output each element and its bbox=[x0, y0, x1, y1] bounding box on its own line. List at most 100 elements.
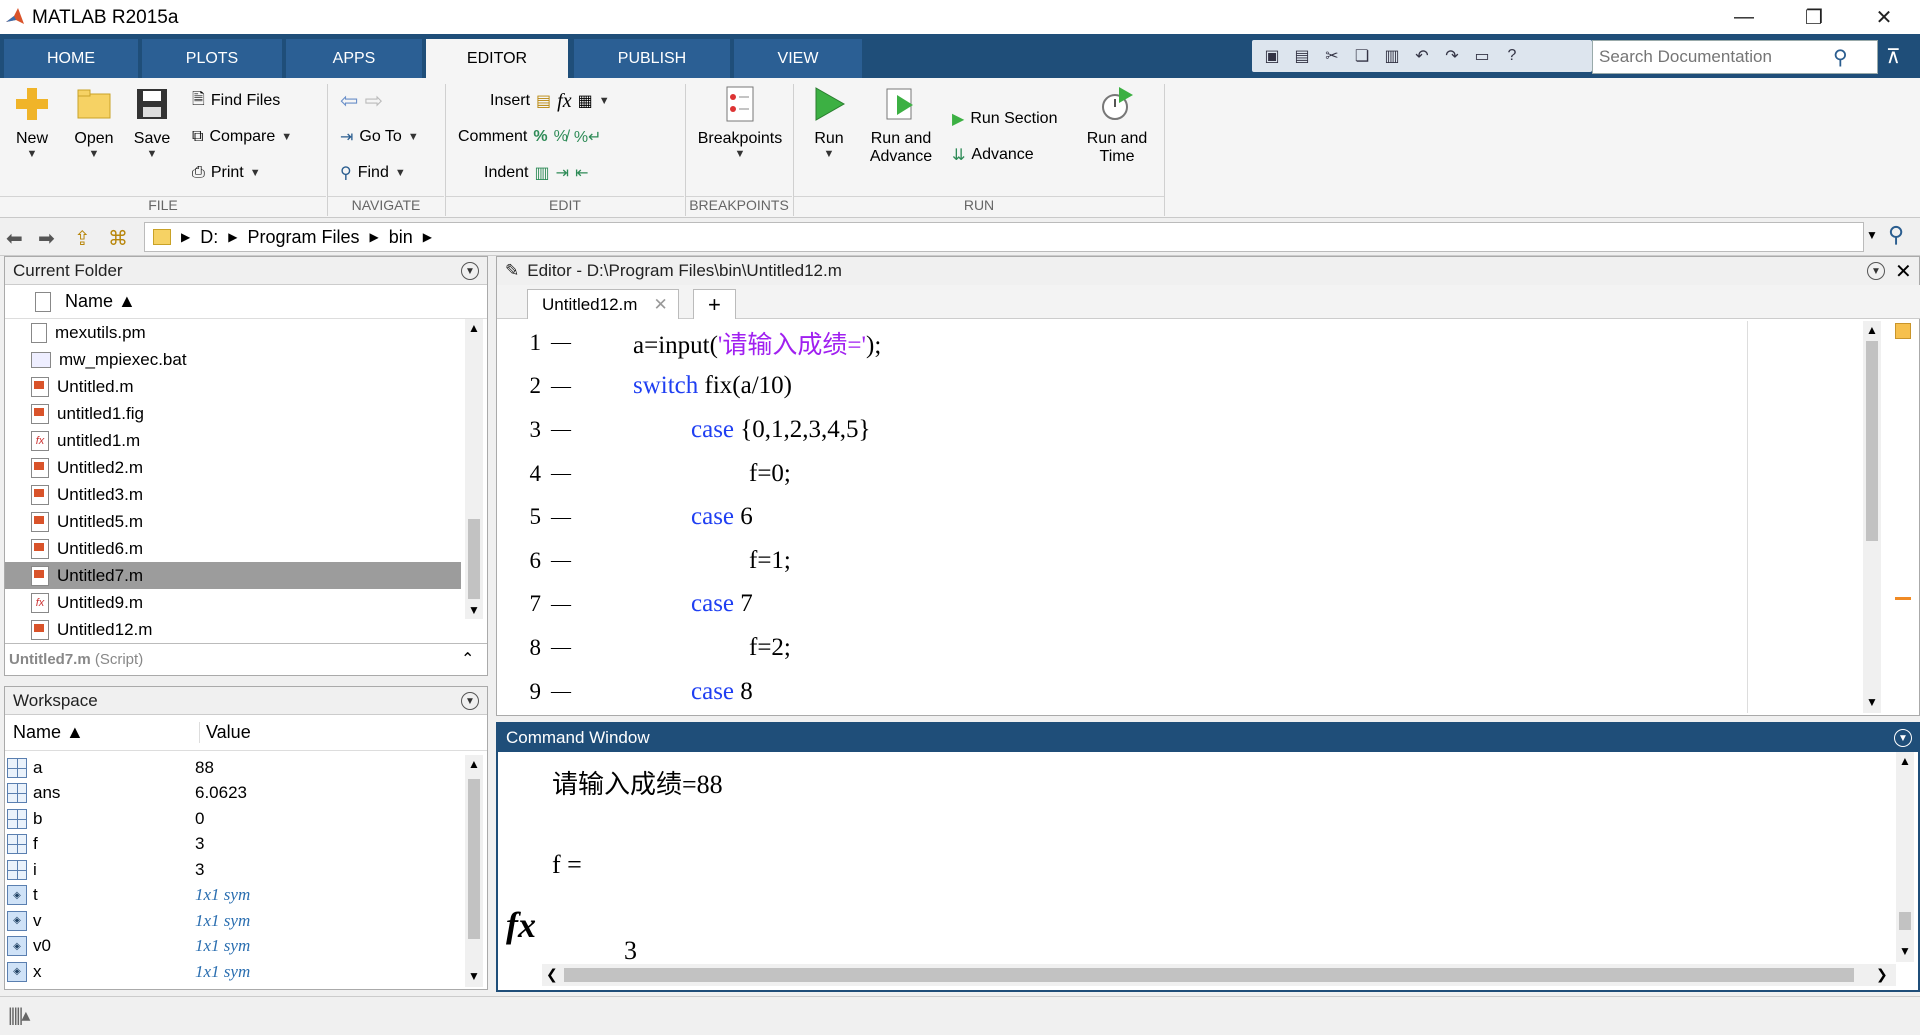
cut-icon[interactable]: ✂ bbox=[1320, 44, 1344, 68]
expand-details-icon[interactable]: ⌃ bbox=[461, 649, 474, 669]
scrollbar-thumb[interactable] bbox=[1899, 912, 1911, 930]
open-button[interactable]: Open ▼ bbox=[68, 84, 120, 160]
breadcrumb-segment[interactable]: D: bbox=[200, 227, 218, 248]
breakpoint-gutter[interactable]: — bbox=[541, 680, 581, 703]
scroll-down-icon[interactable]: ▼ bbox=[1866, 695, 1878, 709]
breakpoint-gutter[interactable]: — bbox=[541, 636, 581, 659]
find-files-button[interactable]: 🗎 Find Files bbox=[192, 88, 280, 114]
workspace-variable-row[interactable]: ◈ x 1x1 sym bbox=[5, 959, 461, 985]
advance-button[interactable]: ⇊ Advance bbox=[952, 142, 1034, 168]
details-bar[interactable]: Untitled7.m (Script) bbox=[5, 643, 487, 675]
paste-icon[interactable]: ▥ bbox=[1380, 44, 1404, 68]
name-column-header[interactable]: Name ▲ bbox=[5, 722, 199, 743]
close-editor-icon[interactable]: ✕ bbox=[1895, 259, 1912, 284]
collapse-ribbon-icon[interactable]: ⊼ bbox=[1886, 44, 1901, 69]
scroll-down-icon[interactable]: ▼ bbox=[1899, 944, 1911, 958]
code-line[interactable]: 8— f=2; bbox=[497, 626, 1747, 670]
scroll-right-icon[interactable]: ❯ bbox=[1876, 966, 1888, 983]
compare-button[interactable]: ⧉ Compare ▼ bbox=[192, 124, 292, 150]
value-column-header[interactable]: Value bbox=[199, 722, 389, 743]
browse-folder-icon[interactable]: ⌘ bbox=[108, 226, 128, 251]
panel-actions-icon[interactable]: ▼ bbox=[461, 262, 479, 280]
breakpoint-gutter[interactable]: — bbox=[541, 331, 581, 354]
file-list-item[interactable]: Untitled2.m bbox=[5, 454, 461, 481]
comment-button[interactable]: Comment % %̸ %↵ bbox=[458, 124, 601, 150]
redo-icon[interactable]: ↷ bbox=[1440, 44, 1464, 68]
tab-editor[interactable]: EDITOR bbox=[426, 39, 570, 79]
file-list-item[interactable]: Untitled6.m bbox=[5, 535, 461, 562]
find-button[interactable]: ⚲ Find ▼ bbox=[340, 160, 406, 186]
code-line[interactable]: 3— case {0,1,2,3,4,5} bbox=[497, 408, 1747, 452]
forward-icon[interactable]: ➡ bbox=[38, 226, 55, 251]
panel-actions-icon[interactable]: ▼ bbox=[1894, 729, 1912, 747]
workspace-variable-row[interactable]: i3 bbox=[5, 857, 461, 883]
breadcrumb-segment[interactable]: Program Files bbox=[247, 227, 359, 248]
panel-actions-icon[interactable]: ▼ bbox=[461, 692, 479, 710]
run-button[interactable]: Run ▼ bbox=[806, 84, 852, 160]
editor-scrollbar[interactable]: ▲ ▼ bbox=[1863, 321, 1881, 713]
tab-apps[interactable]: APPS bbox=[286, 39, 424, 78]
workspace-variable-row[interactable]: b0 bbox=[5, 806, 461, 832]
run-and-time-button[interactable]: Run and Time bbox=[1082, 84, 1152, 166]
workspace-variable-row[interactable]: ans 6.0623 bbox=[5, 781, 461, 807]
scrollbar-thumb[interactable] bbox=[468, 779, 480, 939]
tab-publish[interactable]: PUBLISH bbox=[574, 39, 732, 78]
code-line[interactable]: 4— f=0; bbox=[497, 452, 1747, 496]
file-list-item[interactable]: Untitled12.m bbox=[5, 616, 461, 643]
scroll-up-icon[interactable]: ▲ bbox=[1866, 323, 1878, 337]
workspace-variable-row[interactable]: f3 bbox=[5, 832, 461, 858]
breakpoint-gutter[interactable]: — bbox=[541, 462, 581, 485]
back-icon[interactable]: ⬅ bbox=[6, 226, 23, 251]
tab-plots[interactable]: PLOTS bbox=[142, 39, 284, 78]
breakpoint-gutter[interactable]: — bbox=[541, 418, 581, 441]
scroll-down-icon[interactable]: ▼ bbox=[468, 969, 480, 983]
command-window-hscrollbar[interactable]: ❮ ❯ bbox=[542, 964, 1896, 986]
breakpoint-gutter[interactable]: — bbox=[541, 506, 581, 529]
save-icon[interactable]: ▤ bbox=[1290, 44, 1314, 68]
breakpoint-gutter[interactable]: — bbox=[541, 593, 581, 616]
code-line[interactable]: 5— case 6 bbox=[497, 495, 1747, 539]
code-line[interactable]: 1— a=input('请输入成绩='); bbox=[497, 321, 1747, 365]
workspace-scrollbar[interactable]: ▲ ▼ bbox=[465, 755, 483, 987]
function-browser-fx-icon[interactable]: fx bbox=[506, 904, 536, 946]
name-column-header[interactable]: Name ▲ bbox=[5, 285, 487, 319]
breakpoint-gutter[interactable]: — bbox=[541, 375, 581, 398]
search-folder-icon[interactable]: ⚲ bbox=[1888, 222, 1904, 248]
scroll-left-icon[interactable]: ❮ bbox=[546, 966, 558, 983]
panel-actions-icon[interactable]: ▼ bbox=[1867, 262, 1885, 280]
scrollbar-thumb[interactable] bbox=[564, 968, 1854, 982]
file-list-item[interactable]: mw_mpiexec.bat bbox=[5, 346, 461, 373]
file-list-item[interactable]: Untitled.m bbox=[5, 373, 461, 400]
close-tab-icon[interactable]: ✕ bbox=[653, 295, 667, 315]
file-list-item[interactable]: Untitled7.m bbox=[5, 562, 461, 589]
scroll-up-icon[interactable]: ▲ bbox=[468, 321, 480, 335]
run-section-button[interactable]: ▶ Run Section bbox=[952, 106, 1057, 132]
help-icon[interactable]: ? bbox=[1500, 44, 1524, 68]
file-list-scrollbar[interactable]: ▲ ▼ bbox=[465, 319, 483, 619]
status-grip-icon[interactable]: |||||▴ bbox=[8, 1005, 30, 1026]
file-list-item[interactable]: fx untitled1.m bbox=[5, 427, 461, 454]
scroll-up-icon[interactable]: ▲ bbox=[468, 757, 480, 771]
insert-button[interactable]: Insert ▤ fx ▦ ▼ bbox=[490, 88, 610, 114]
up-folder-icon[interactable]: ⇪ bbox=[74, 226, 91, 251]
indent-button[interactable]: Indent ▥ ⇥ ⇤ bbox=[484, 160, 588, 186]
workspace-variable-row[interactable]: ◈ v0 1x1 sym bbox=[5, 934, 461, 960]
close-button[interactable]: ✕ bbox=[1852, 0, 1916, 34]
breakpoint-gutter[interactable]: — bbox=[541, 549, 581, 572]
tab-untitled12[interactable]: Untitled12.m ✕ bbox=[527, 289, 679, 319]
search-documentation-input[interactable] bbox=[1593, 47, 1833, 67]
tab-home[interactable]: HOME bbox=[4, 39, 140, 78]
file-list-item[interactable]: fx Untitled9.m bbox=[5, 589, 461, 616]
breakpoints-button[interactable]: Breakpoints ▼ bbox=[692, 84, 788, 160]
path-breadcrumb[interactable]: ▶ D: ▶ Program Files ▶ bin ▶ bbox=[144, 222, 1864, 252]
go-to-button[interactable]: ⇥ Go To ▼ bbox=[340, 124, 419, 150]
scrollbar-thumb[interactable] bbox=[468, 519, 480, 599]
scroll-down-icon[interactable]: ▼ bbox=[468, 603, 480, 617]
file-list-item[interactable]: Untitled5.m bbox=[5, 508, 461, 535]
file-list-item[interactable]: untitled1.fig bbox=[5, 400, 461, 427]
search-icon[interactable]: ⚲ bbox=[1833, 45, 1848, 70]
workspace-variable-row[interactable]: ◈ t 1x1 sym bbox=[5, 883, 461, 909]
run-and-advance-button[interactable]: Run and Advance bbox=[866, 84, 936, 166]
workspace-variable-row[interactable]: a 88 bbox=[5, 755, 461, 781]
code-line[interactable]: 6— f=1; bbox=[497, 539, 1747, 583]
